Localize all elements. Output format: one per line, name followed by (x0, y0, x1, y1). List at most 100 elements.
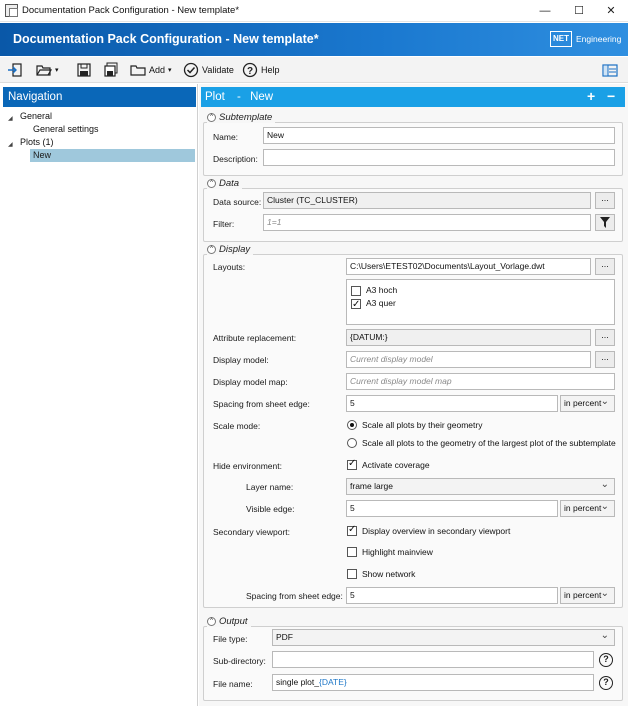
sub-directory-help-button[interactable]: ? (597, 651, 615, 668)
activate-coverage-checkbox[interactable] (347, 458, 357, 470)
plot-header-separator: - (237, 91, 241, 103)
highlight-mainview-checkbox[interactable] (347, 547, 357, 557)
file-name-field[interactable]: single plot_{DATE} (272, 674, 594, 691)
secondary-viewport-label: Secondary viewport: (213, 527, 291, 537)
highlight-mainview-label: Highlight mainview (362, 547, 433, 557)
sub-directory-field[interactable] (272, 651, 594, 668)
remove-plot-button[interactable]: − (607, 86, 615, 106)
tree-item-general[interactable]: General (20, 111, 52, 121)
attribute-replacement-field[interactable]: {DATUM:} (346, 329, 591, 346)
svg-text:?: ? (247, 66, 253, 77)
window-titlebar: Documentation Pack Configuration - New t… (0, 0, 628, 22)
attribute-replacement-label: Attribute replacement: (213, 333, 297, 343)
display-title-label: Display (219, 244, 251, 255)
display-model-map-placeholder: Current display model map (350, 376, 452, 386)
activate-coverage-option[interactable]: Activate coverage (347, 458, 430, 470)
data-source-field[interactable]: Cluster (TC_CLUSTER) (263, 192, 591, 209)
spacing-field[interactable]: 5 (346, 395, 558, 412)
tree-expand-plots-icon[interactable]: ◢ (8, 138, 13, 148)
display-model-map-field[interactable]: Current display model map (346, 373, 615, 390)
highlight-mainview-option[interactable]: Highlight mainview (347, 547, 433, 557)
data-title-label: Data (219, 178, 240, 189)
save-all-button[interactable] (103, 60, 119, 80)
import-button[interactable] (7, 60, 23, 80)
visible-edge-field[interactable]: 5 (346, 500, 558, 517)
collapse-icon[interactable]: ^ (207, 617, 216, 626)
overview-secondary-option[interactable]: Display overview in secondary viewport (347, 524, 511, 536)
help-icon: ? (242, 62, 258, 78)
filter-button[interactable] (595, 214, 615, 231)
collapse-icon[interactable]: ^ (207, 113, 216, 122)
open-button[interactable]: ▾ (36, 60, 59, 80)
tree-item-general-settings[interactable]: General settings (33, 124, 99, 134)
tree-item-plot-new-label: New (33, 150, 52, 160)
close-button[interactable]: ✕ (594, 0, 628, 22)
logo-text: Engineering (576, 34, 622, 44)
show-network-checkbox[interactable] (347, 569, 357, 579)
description-field[interactable] (263, 149, 615, 166)
layout-toggle-button[interactable] (602, 60, 618, 80)
attribute-replacement-browse-button[interactable]: ... (595, 329, 615, 346)
minimize-button[interactable]: — (528, 0, 562, 22)
tree-item-plot-new[interactable]: New (30, 149, 195, 162)
show-network-label: Show network (362, 569, 416, 579)
file-type-label: File type: (213, 634, 248, 644)
help-icon: ? (599, 652, 613, 667)
data-group-title[interactable]: ^ Data (207, 178, 243, 189)
layer-name-select[interactable]: frame large (346, 477, 615, 495)
scale-largest-radio[interactable] (347, 438, 357, 448)
layout-item-a3-quer[interactable]: A3 quer (351, 296, 396, 312)
layouts-browse-button[interactable]: ... (595, 258, 615, 275)
filter-label: Filter: (213, 219, 235, 229)
scale-mode-geometry-option[interactable]: Scale all plots by their geometry (347, 420, 482, 430)
toolbar: ▾ Add ▾ Validate ? Help (0, 57, 628, 83)
layouts-list[interactable]: A3 hoch A3 quer (346, 279, 615, 325)
plot-editor-panel: Plot - New + − ^ Subtemplate Name: New D… (199, 84, 628, 706)
name-field[interactable]: New (263, 127, 615, 144)
maximize-button[interactable]: ☐ (562, 0, 596, 22)
display-group-title[interactable]: ^ Display (207, 244, 254, 255)
help-button[interactable]: ? Help (242, 60, 280, 80)
file-type-select[interactable]: PDF (272, 628, 615, 646)
tree-item-plots[interactable]: Plots (1) (20, 137, 54, 147)
description-label: Description: (213, 154, 258, 164)
visible-edge-unit-select[interactable]: in percent (560, 499, 615, 517)
open-dropdown-icon[interactable]: ▾ (55, 66, 59, 74)
app-icon (5, 4, 18, 17)
layout-a3-quer-checkbox[interactable] (351, 297, 361, 312)
add-label: Add (149, 65, 166, 75)
display-model-browse-button[interactable]: ... (595, 351, 615, 368)
subtemplate-title-label: Subtemplate (219, 112, 273, 123)
add-icon (130, 65, 146, 76)
collapse-icon[interactable]: ^ (207, 179, 216, 188)
validate-button[interactable]: Validate (183, 60, 234, 80)
save-button[interactable] (76, 60, 92, 80)
scale-geometry-radio[interactable] (347, 420, 357, 430)
layouts-path-field[interactable]: C:\Users\ETEST02\Documents\Layout_Vorlag… (346, 258, 591, 275)
secondary-spacing-unit-select[interactable]: in percent (560, 586, 615, 604)
show-network-option[interactable]: Show network (347, 569, 415, 579)
validate-label: Validate (202, 65, 234, 75)
filter-field[interactable]: 1=1 (263, 214, 591, 231)
data-source-browse-button[interactable]: ... (595, 192, 615, 209)
overview-secondary-checkbox[interactable] (347, 524, 357, 536)
scale-mode-largest-option[interactable]: Scale all plots to the geometry of the l… (347, 438, 616, 448)
spacing-unit-select[interactable]: in percent (560, 394, 615, 412)
display-model-label: Display model: (213, 355, 269, 365)
scale-mode-label: Scale mode: (213, 421, 261, 431)
output-group-title[interactable]: ^ Output (207, 616, 251, 627)
secondary-spacing-field[interactable]: 5 (346, 587, 558, 604)
subtemplate-group-title[interactable]: ^ Subtemplate (207, 112, 276, 123)
file-name-text: single plot_ (276, 677, 320, 687)
add-button[interactable]: Add ▾ (130, 60, 172, 80)
tree-expand-general-icon[interactable]: ◢ (8, 112, 13, 122)
validate-icon (183, 62, 199, 78)
layout-a3-hoch-checkbox[interactable] (351, 285, 361, 296)
file-name-help-button[interactable]: ? (597, 674, 615, 691)
display-model-field[interactable]: Current display model (346, 351, 591, 368)
overview-secondary-label: Display overview in secondary viewport (362, 526, 511, 536)
add-plot-button[interactable]: + (587, 86, 595, 106)
open-folder-icon (36, 65, 52, 76)
scale-largest-label: Scale all plots to the geometry of the l… (362, 438, 616, 448)
collapse-icon[interactable]: ^ (207, 245, 216, 254)
